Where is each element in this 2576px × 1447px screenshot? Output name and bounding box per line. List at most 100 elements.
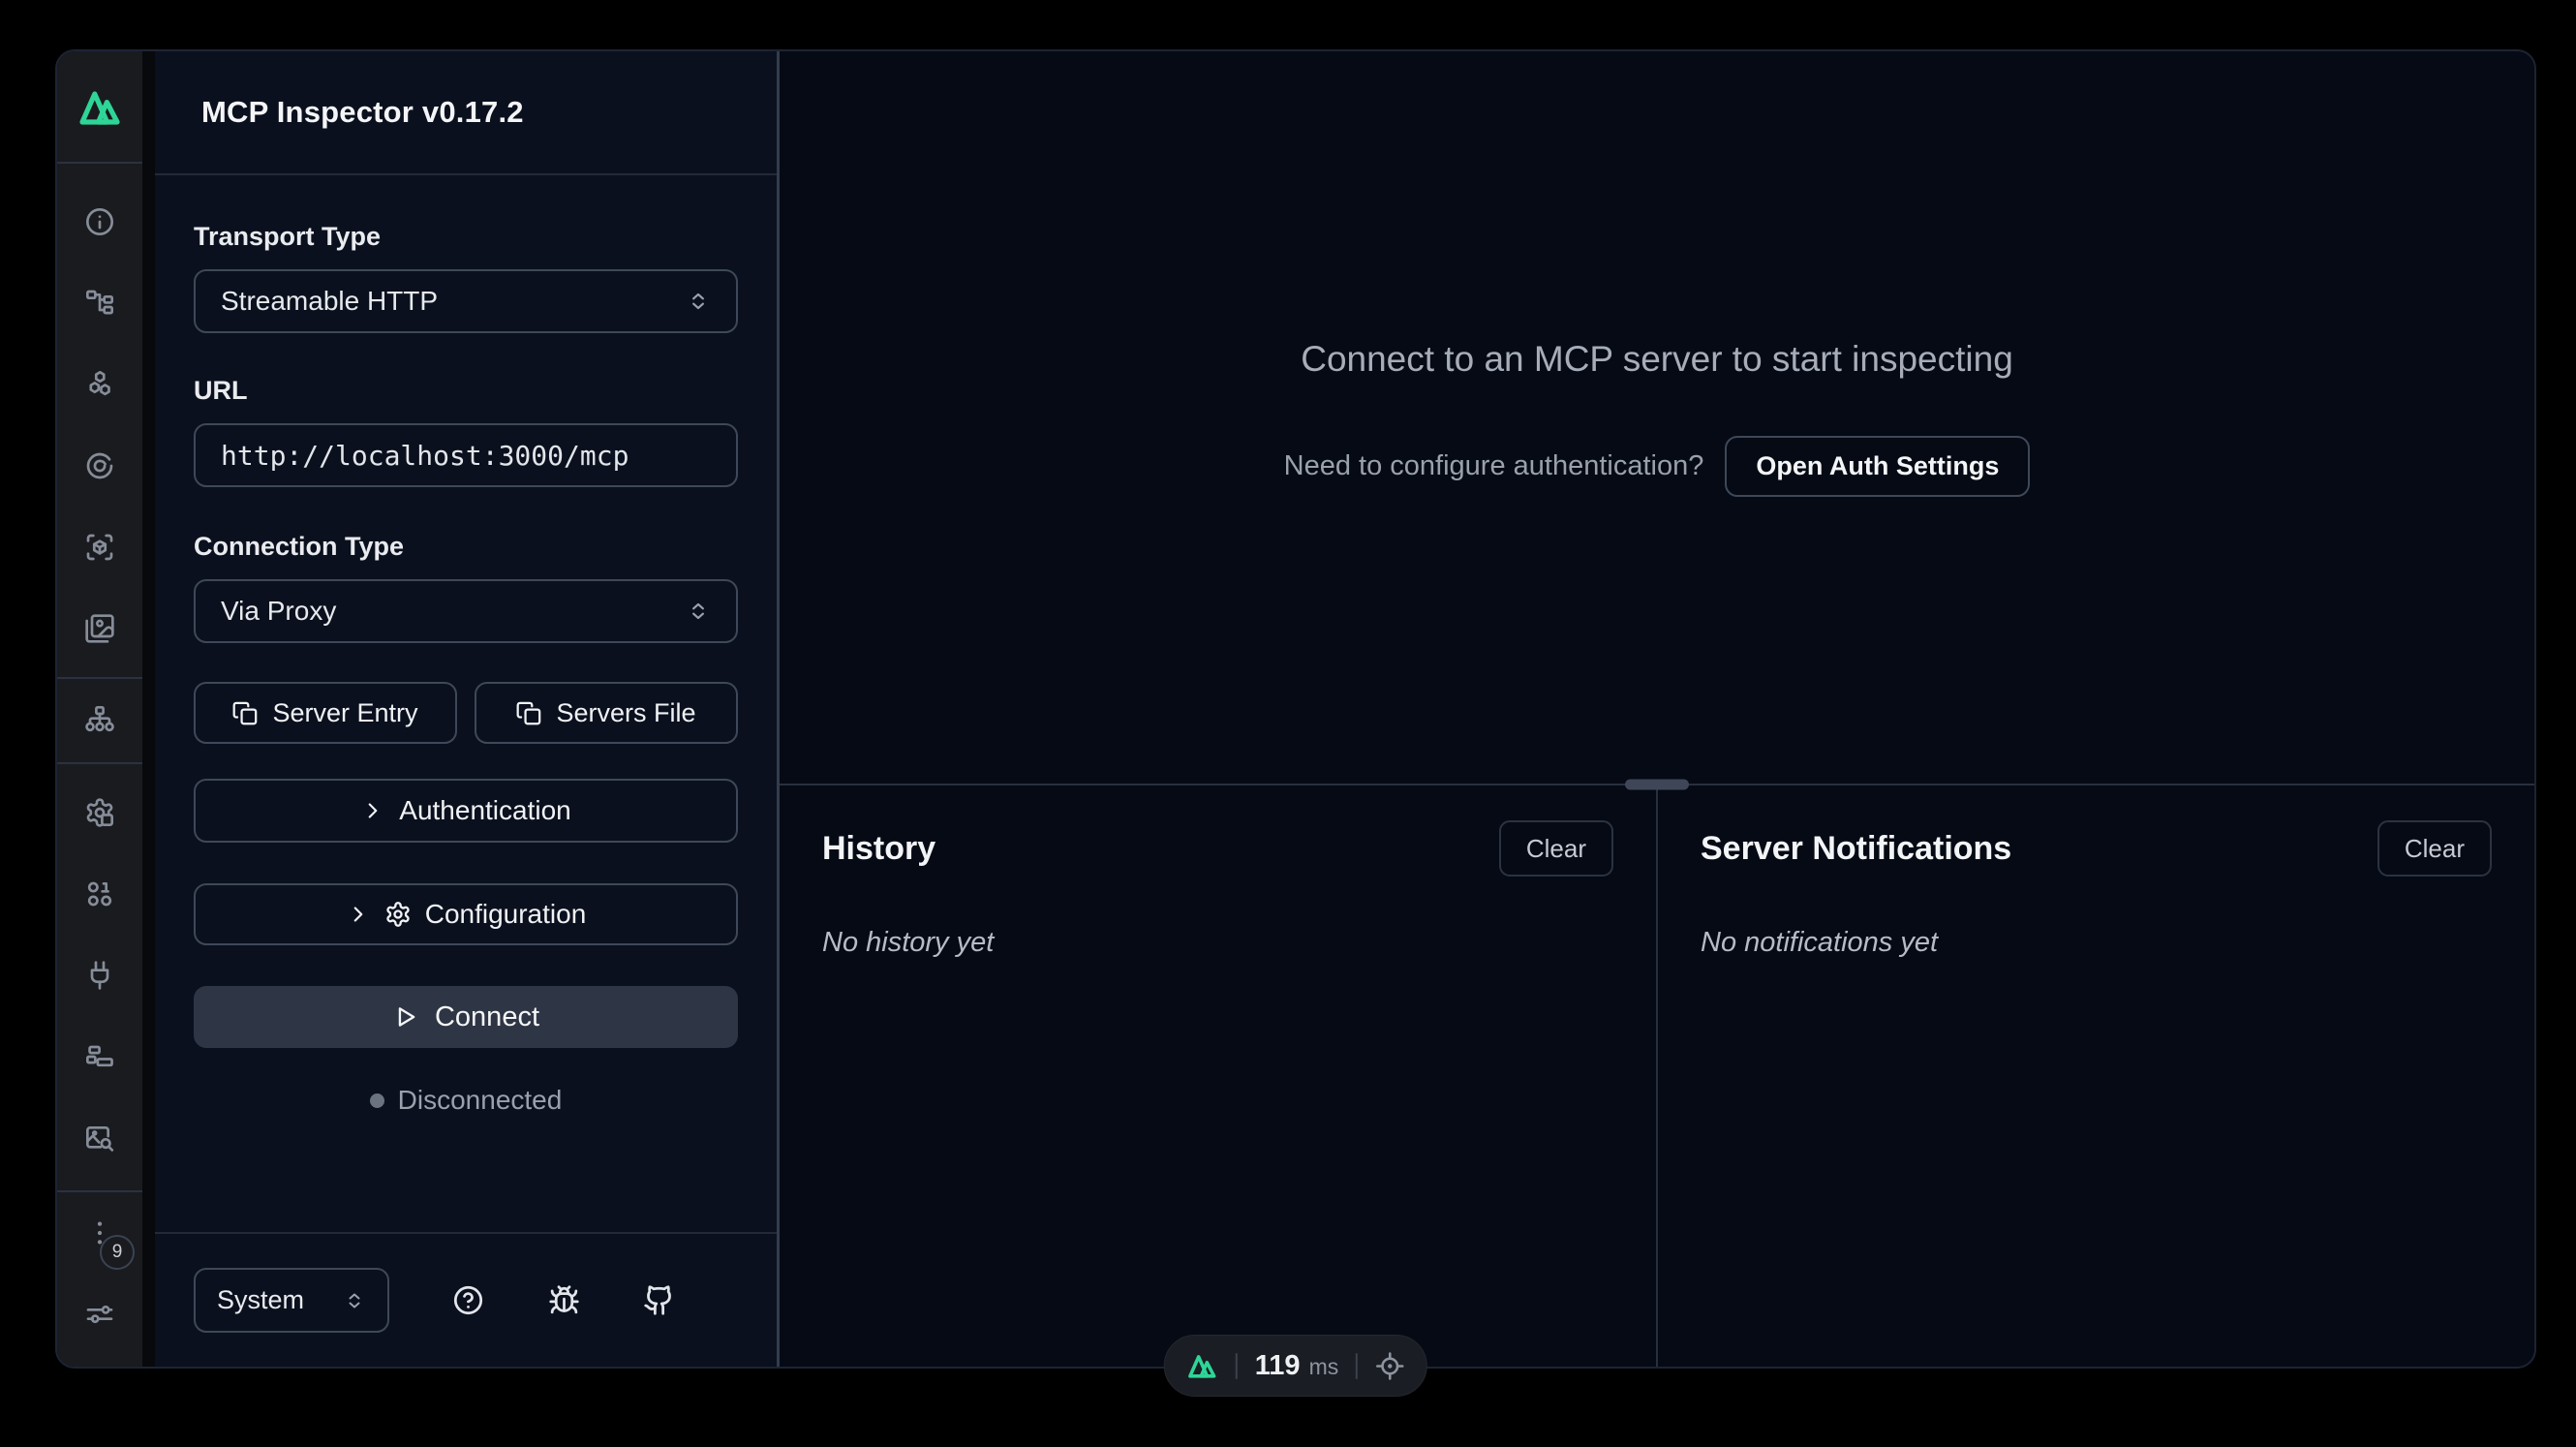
bug-icon (548, 1284, 580, 1316)
connect-button[interactable]: Connect (194, 986, 738, 1048)
notifications-title: Server Notifications (1701, 830, 2011, 868)
server-buttons-row: Server Entry Servers File (194, 682, 738, 744)
sidebar-tab-hexagons[interactable] (77, 361, 123, 408)
latency-value: 119 (1255, 1350, 1301, 1382)
locate-icon (1375, 1351, 1405, 1381)
sidebar-tab-tree[interactable] (77, 280, 123, 326)
icon-sidebar: 9 (57, 51, 142, 1367)
help-button[interactable] (452, 1284, 484, 1316)
help-circle-icon (452, 1284, 484, 1316)
servers-file-button[interactable]: Servers File (475, 682, 738, 744)
sidebar-divider (57, 762, 142, 764)
status-dot (370, 1093, 384, 1108)
connection-type-value: Via Proxy (221, 596, 336, 627)
sidebar-scroll-gutter (142, 51, 155, 1367)
tree-icon (84, 288, 115, 319)
panel-header: MCP Inspector v0.17.2 (155, 51, 777, 175)
notifications-header: Server Notifications Clear (1701, 820, 2492, 877)
connection-status: Disconnected (194, 1085, 738, 1116)
transport-type-select[interactable]: Streamable HTTP (194, 269, 738, 333)
url-input[interactable]: http://localhost:3000/mcp (194, 423, 738, 487)
split-resize-handle[interactable] (1625, 780, 1689, 790)
connect-label: Connect (435, 1001, 539, 1033)
hexagons-icon (84, 369, 115, 400)
info-icon (84, 206, 115, 237)
server-entry-label: Server Entry (272, 698, 417, 728)
status-text: Disconnected (398, 1085, 563, 1116)
sidebar-more-button[interactable]: 9 (77, 1210, 123, 1256)
history-empty-text: No history yet (822, 927, 1613, 959)
history-pane: History Clear No history yet (780, 785, 1656, 1367)
sidebar-tab-images[interactable] (77, 605, 123, 652)
main-area: Connect to an MCP server to start inspec… (780, 51, 2534, 1367)
history-header: History Clear (822, 820, 1613, 877)
servers-file-label: Servers File (556, 698, 695, 728)
sidebar-tab-binary[interactable] (77, 871, 123, 917)
app-logo (77, 84, 123, 131)
notifications-empty-text: No notifications yet (1701, 927, 2492, 959)
connection-type-select[interactable]: Via Proxy (194, 579, 738, 643)
bug-report-button[interactable] (548, 1284, 580, 1316)
url-label: URL (194, 376, 738, 406)
sidebar-tab-cyclone[interactable] (77, 443, 123, 489)
copy-icon (516, 700, 542, 726)
horizontal-split-divider (780, 784, 2534, 785)
latency-unit: ms (1309, 1354, 1339, 1380)
panel-body: Transport Type Streamable HTTP URL http:… (155, 175, 777, 1232)
theme-value: System (217, 1285, 304, 1315)
sidebar-tab-cube-scan[interactable] (77, 524, 123, 570)
mountain-logo-icon (1186, 1350, 1218, 1382)
chevron-right-icon (346, 902, 371, 927)
pill-separator (1356, 1353, 1358, 1379)
sidebar-tab-group-bottom (77, 789, 123, 1161)
cyclone-icon (84, 450, 115, 481)
configuration-label: Configuration (425, 899, 587, 930)
sidebar-tab-group-top (77, 199, 123, 652)
sidebar-tab-settings[interactable] (77, 789, 123, 836)
configuration-toggle[interactable]: Configuration (194, 883, 738, 945)
gear-code-icon (84, 797, 115, 828)
github-button[interactable] (643, 1284, 675, 1316)
empty-state-title: Connect to an MCP server to start inspec… (1301, 339, 2013, 380)
sidebar-divider (57, 162, 142, 164)
notifications-clear-button[interactable]: Clear (2377, 820, 2492, 877)
sidebar-tab-plug[interactable] (77, 952, 123, 999)
gear-icon (384, 901, 412, 928)
bottom-panes: History Clear No history yet Server Noti… (780, 785, 2534, 1367)
locate-button[interactable] (1375, 1351, 1405, 1381)
auth-prompt-row: Need to configure authentication? Open A… (1284, 436, 2031, 497)
sidebar-tab-sitemap[interactable] (77, 696, 123, 743)
sitemap-icon (84, 704, 115, 735)
play-icon (392, 1003, 419, 1031)
connection-config-panel: MCP Inspector v0.17.2 Transport Type Str… (155, 51, 780, 1367)
server-entry-button[interactable]: Server Entry (194, 682, 457, 744)
binary-icon (84, 878, 115, 909)
empty-state: Connect to an MCP server to start inspec… (780, 51, 2534, 784)
theme-select[interactable]: System (194, 1268, 389, 1333)
copy-icon (232, 700, 259, 726)
chevrons-up-down-icon (686, 599, 711, 624)
image-search-icon (84, 1123, 115, 1154)
sidebar-divider (57, 677, 142, 679)
auth-prompt-text: Need to configure authentication? (1284, 450, 1704, 482)
history-title: History (822, 830, 935, 868)
sidebar-filters-button[interactable] (77, 1291, 123, 1338)
transport-type-label: Transport Type (194, 222, 738, 252)
sidebar-tab-info[interactable] (77, 199, 123, 245)
sidebar-tab-blocks[interactable] (77, 1033, 123, 1080)
github-icon (643, 1284, 675, 1316)
app-title: MCP Inspector v0.17.2 (201, 95, 524, 130)
authentication-label: Authentication (399, 795, 570, 826)
history-clear-button[interactable]: Clear (1499, 820, 1613, 877)
sliders-icon (84, 1299, 115, 1330)
sidebar-tab-image-search[interactable] (77, 1115, 123, 1161)
authentication-toggle[interactable]: Authentication (194, 779, 738, 843)
open-auth-settings-button[interactable]: Open Auth Settings (1725, 436, 2030, 497)
plug-icon (84, 960, 115, 991)
notification-count-badge: 9 (100, 1235, 135, 1270)
app-window: 9 MCP Inspector v0.17.2 Transport Type S… (55, 49, 2536, 1369)
connection-type-label: Connection Type (194, 532, 738, 562)
chevrons-up-down-icon (343, 1289, 366, 1312)
panel-footer: System (155, 1232, 777, 1367)
transport-type-value: Streamable HTTP (221, 286, 438, 317)
